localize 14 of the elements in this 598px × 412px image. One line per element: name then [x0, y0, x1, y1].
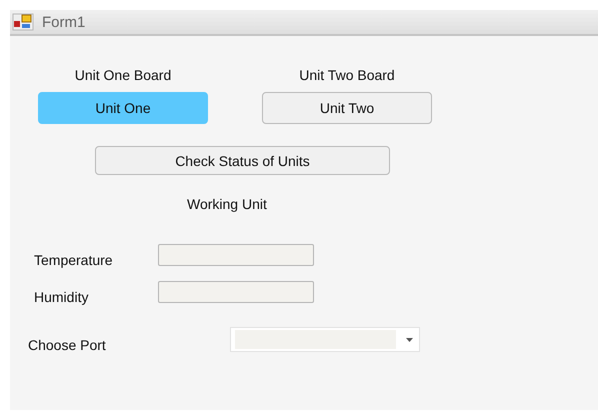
board-label: Unit One Board: [74, 67, 172, 83]
board-label: Unit Two Board: [298, 67, 396, 83]
unit-button[interactable]: Unit One: [38, 92, 208, 124]
window-title: Form1: [42, 14, 86, 30]
input-field[interactable]: [158, 281, 314, 303]
check-status-button[interactable]: Check Status of Units: [95, 146, 390, 175]
status-label: Working Unit: [187, 196, 267, 212]
input-field[interactable]: [158, 244, 314, 266]
port-label: Choose Port: [28, 337, 106, 353]
caret-icon: [406, 338, 413, 342]
field-label: Humidity: [34, 289, 88, 305]
field-label: Temperature: [34, 252, 113, 268]
unit-button[interactable]: Unit Two: [262, 92, 432, 124]
port-dropdown[interactable]: [230, 327, 420, 352]
